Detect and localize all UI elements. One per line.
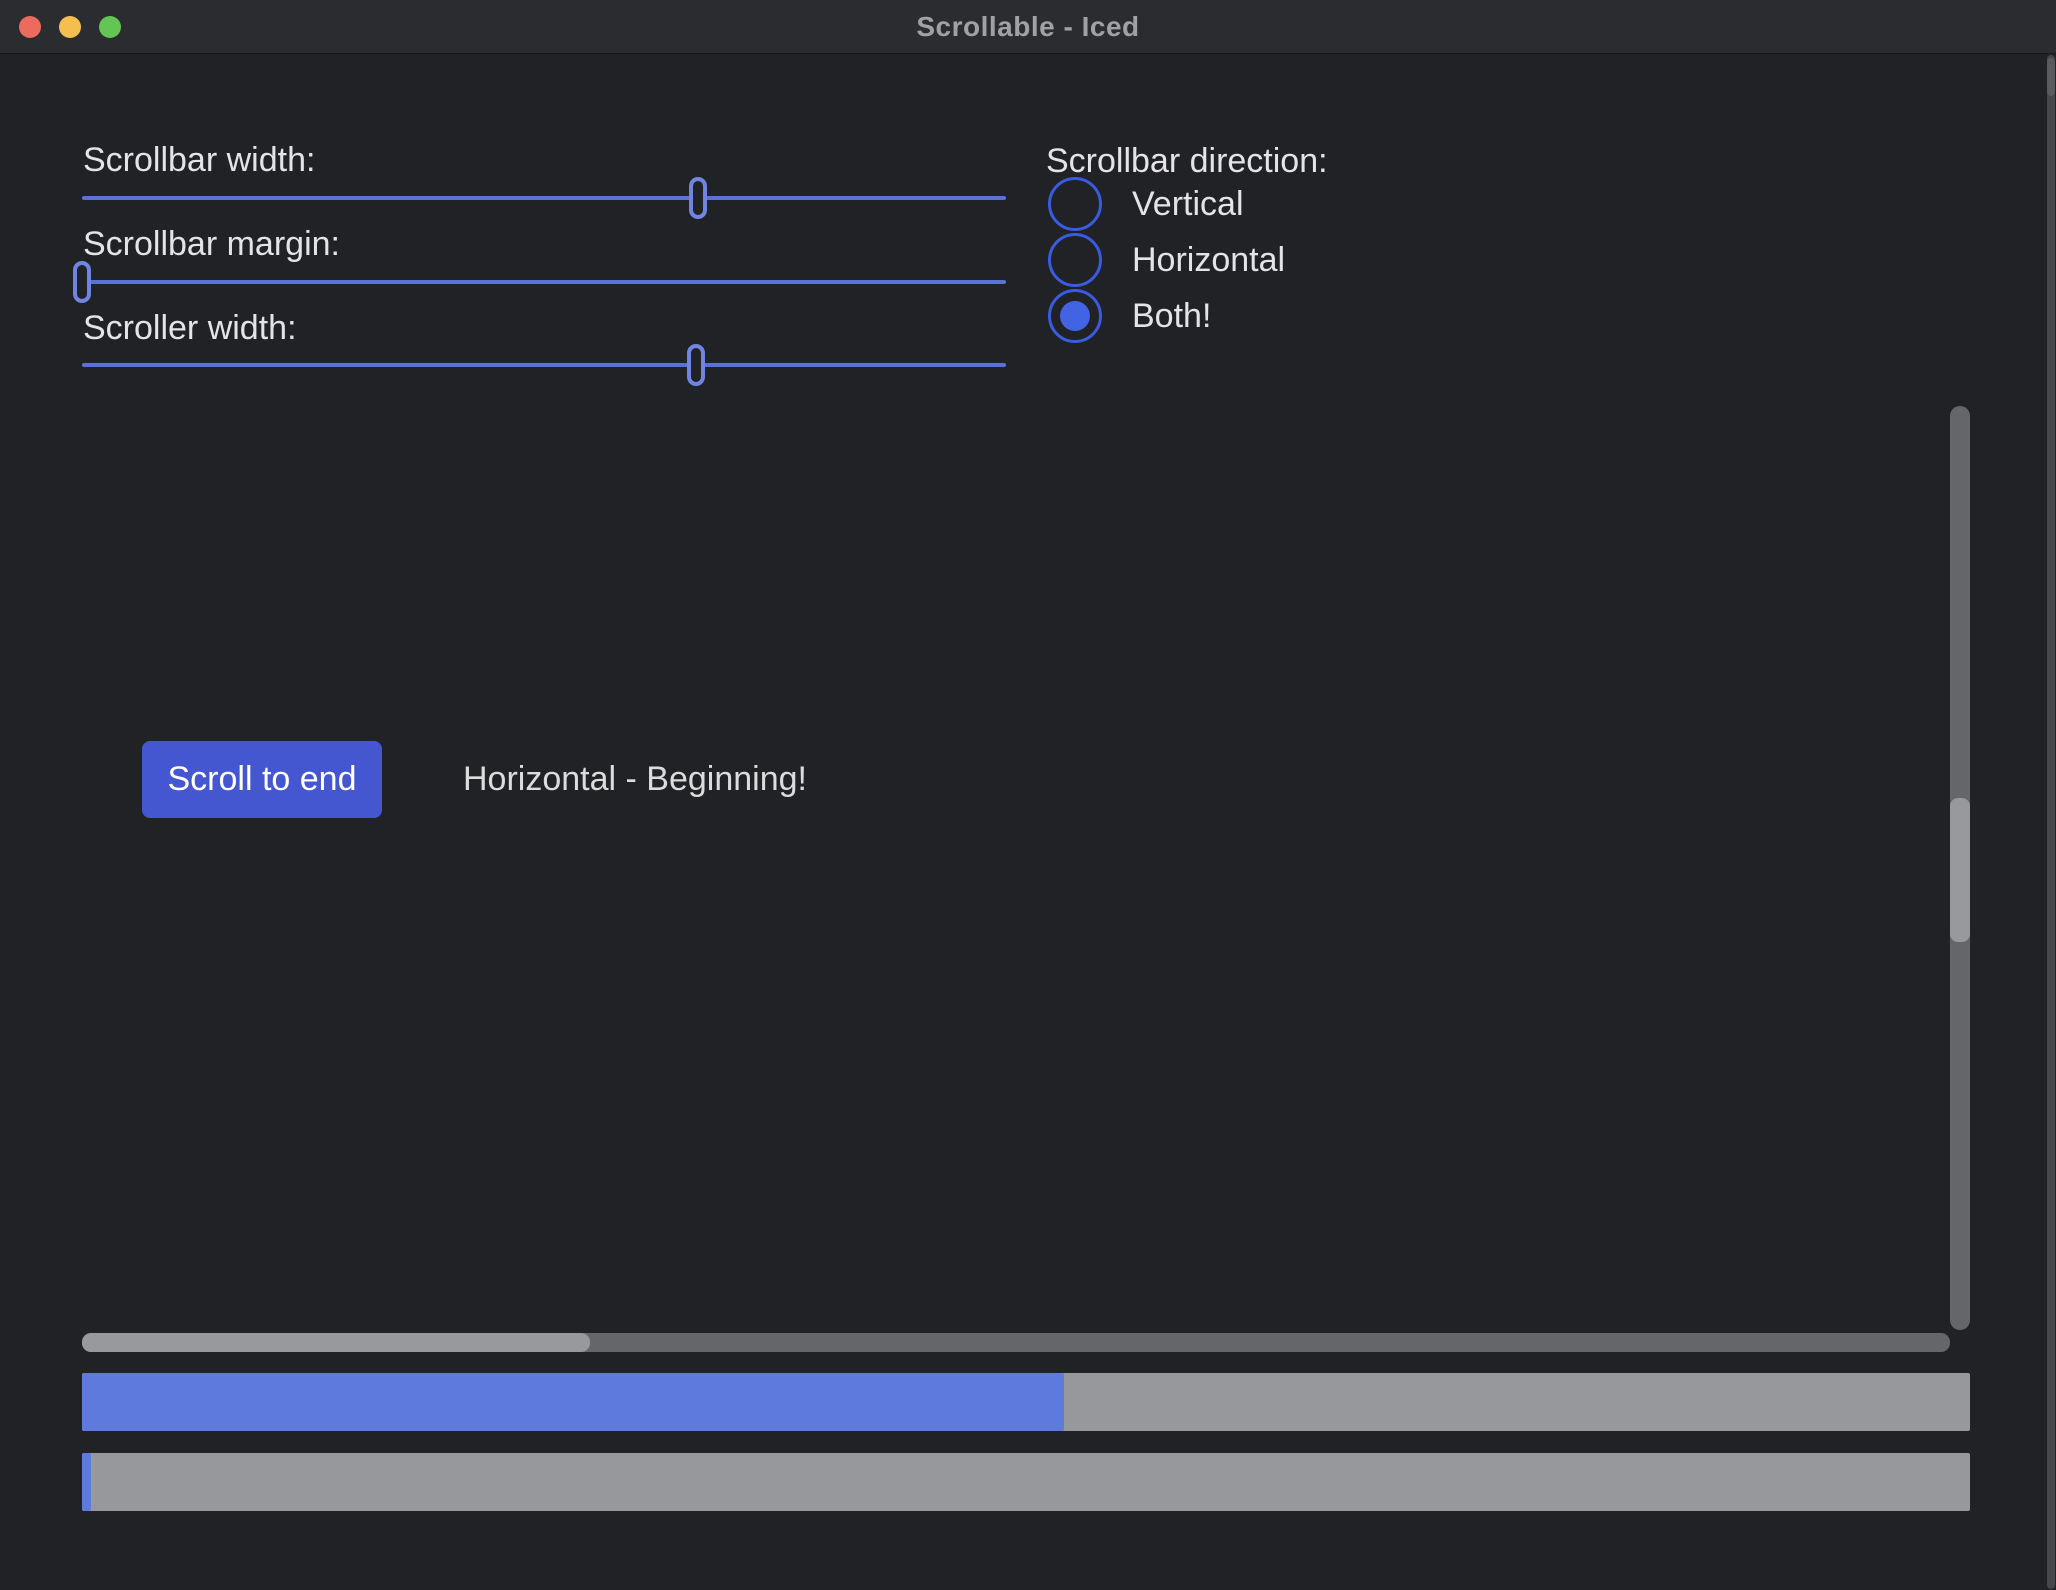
slider-track-scrollbar-margin[interactable]	[82, 280, 1006, 284]
titlebar: Scrollable - Iced	[0, 0, 2056, 54]
minimize-button[interactable]	[59, 16, 81, 38]
radio-label-both[interactable]: Both!	[1132, 295, 1211, 337]
radio-group-label: Scrollbar direction:	[1046, 140, 1328, 182]
vertical-scrollbar-thumb[interactable]	[1950, 798, 1970, 942]
horizontal-progress-fill	[82, 1373, 1064, 1431]
slider-handle-scroller-width[interactable]	[687, 344, 705, 386]
horizontal-scrollbar-track[interactable]	[82, 1333, 1950, 1352]
slider-label-scroller-width: Scroller width:	[83, 307, 297, 349]
outer-scrollbar-thumb[interactable]	[2047, 58, 2055, 96]
slider-track-scroller-width[interactable]	[82, 363, 1006, 367]
slider-handle-scrollbar-margin[interactable]	[73, 261, 91, 303]
slider-track-scrollbar-width[interactable]	[82, 196, 1006, 200]
vertical-progress-bar	[82, 1453, 1970, 1511]
scroll-status-text: Horizontal - Beginning!	[463, 758, 807, 800]
slider-label-scrollbar-width: Scrollbar width:	[83, 139, 315, 181]
close-button[interactable]	[19, 16, 41, 38]
app-window: Scrollable - Iced Scrollbar width: Scrol…	[0, 0, 2056, 1590]
window-title: Scrollable - Iced	[0, 0, 2056, 53]
radio-horizontal[interactable]	[1048, 233, 1102, 287]
radio-both[interactable]	[1048, 289, 1102, 343]
vertical-progress-fill	[82, 1453, 91, 1511]
slider-handle-scrollbar-width[interactable]	[689, 177, 707, 219]
radio-label-vertical[interactable]: Vertical	[1132, 183, 1244, 225]
horizontal-progress-bar	[82, 1373, 1970, 1431]
outer-scrollbar-track[interactable]	[2047, 55, 2055, 1589]
zoom-button[interactable]	[99, 16, 121, 38]
scroll-to-end-button[interactable]: Scroll to end	[142, 741, 382, 818]
horizontal-scrollbar-thumb[interactable]	[82, 1333, 590, 1352]
vertical-scrollbar-track[interactable]	[1950, 406, 1970, 1330]
radio-vertical[interactable]	[1048, 177, 1102, 231]
slider-label-scrollbar-margin: Scrollbar margin:	[83, 223, 340, 265]
radio-label-horizontal[interactable]: Horizontal	[1132, 239, 1285, 281]
